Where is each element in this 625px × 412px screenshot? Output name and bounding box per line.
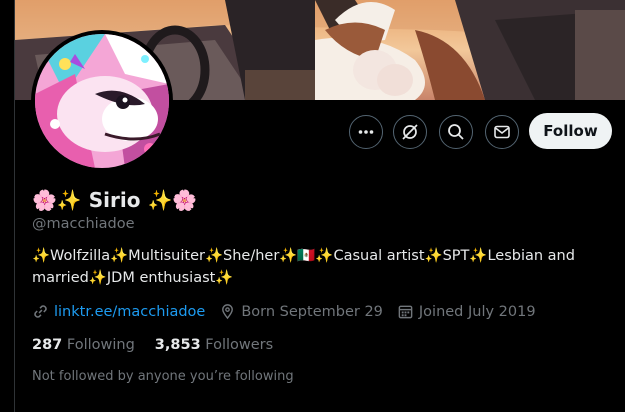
profile-meta: linktr.ee/macchiadoe Born September 29 J… (32, 303, 550, 320)
profile-link[interactable]: linktr.ee/macchiadoe (32, 303, 205, 320)
following-label: Following (66, 337, 135, 353)
more-icon (358, 130, 374, 134)
follow-button[interactable]: Follow (529, 113, 612, 149)
profile-bio: ✨Wolfzilla✨Multisuiter✨She/her✨🇲🇽✨Casual… (32, 248, 575, 286)
follow-stats: 287 Following 3,853 Followers (32, 337, 293, 353)
more-button[interactable] (349, 115, 383, 149)
profile-link-text[interactable]: linktr.ee/macchiadoe (54, 304, 205, 320)
birthday: Born September 29 (219, 303, 383, 320)
grok-icon (402, 124, 418, 140)
following-link[interactable]: 287 Following (32, 337, 135, 353)
display-name: 🌸✨ Sirio ✨🌸 (32, 188, 198, 212)
followed-by-context: Not followed by anyone you’re following (32, 369, 294, 384)
following-count: 287 (32, 337, 63, 353)
left-column-border (0, 0, 15, 412)
join-date: Joined July 2019 (397, 303, 536, 320)
profile-avatar[interactable] (31, 30, 173, 172)
message-icon (494, 125, 510, 139)
search-icon (448, 124, 464, 140)
followers-count: 3,853 (154, 337, 201, 353)
message-button[interactable] (485, 115, 519, 149)
search-button[interactable] (439, 115, 473, 149)
location-pin-icon (222, 304, 234, 320)
grok-button[interactable] (393, 115, 427, 149)
calendar-icon (398, 305, 413, 319)
followers-link[interactable]: 3,853 Followers (155, 337, 273, 353)
join-date-text: Joined July 2019 (418, 303, 536, 320)
birthday-text: Born September 29 (241, 303, 383, 320)
user-handle: @macchiadoe (32, 216, 135, 232)
followers-label: Followers (205, 337, 274, 353)
link-icon (34, 305, 47, 318)
